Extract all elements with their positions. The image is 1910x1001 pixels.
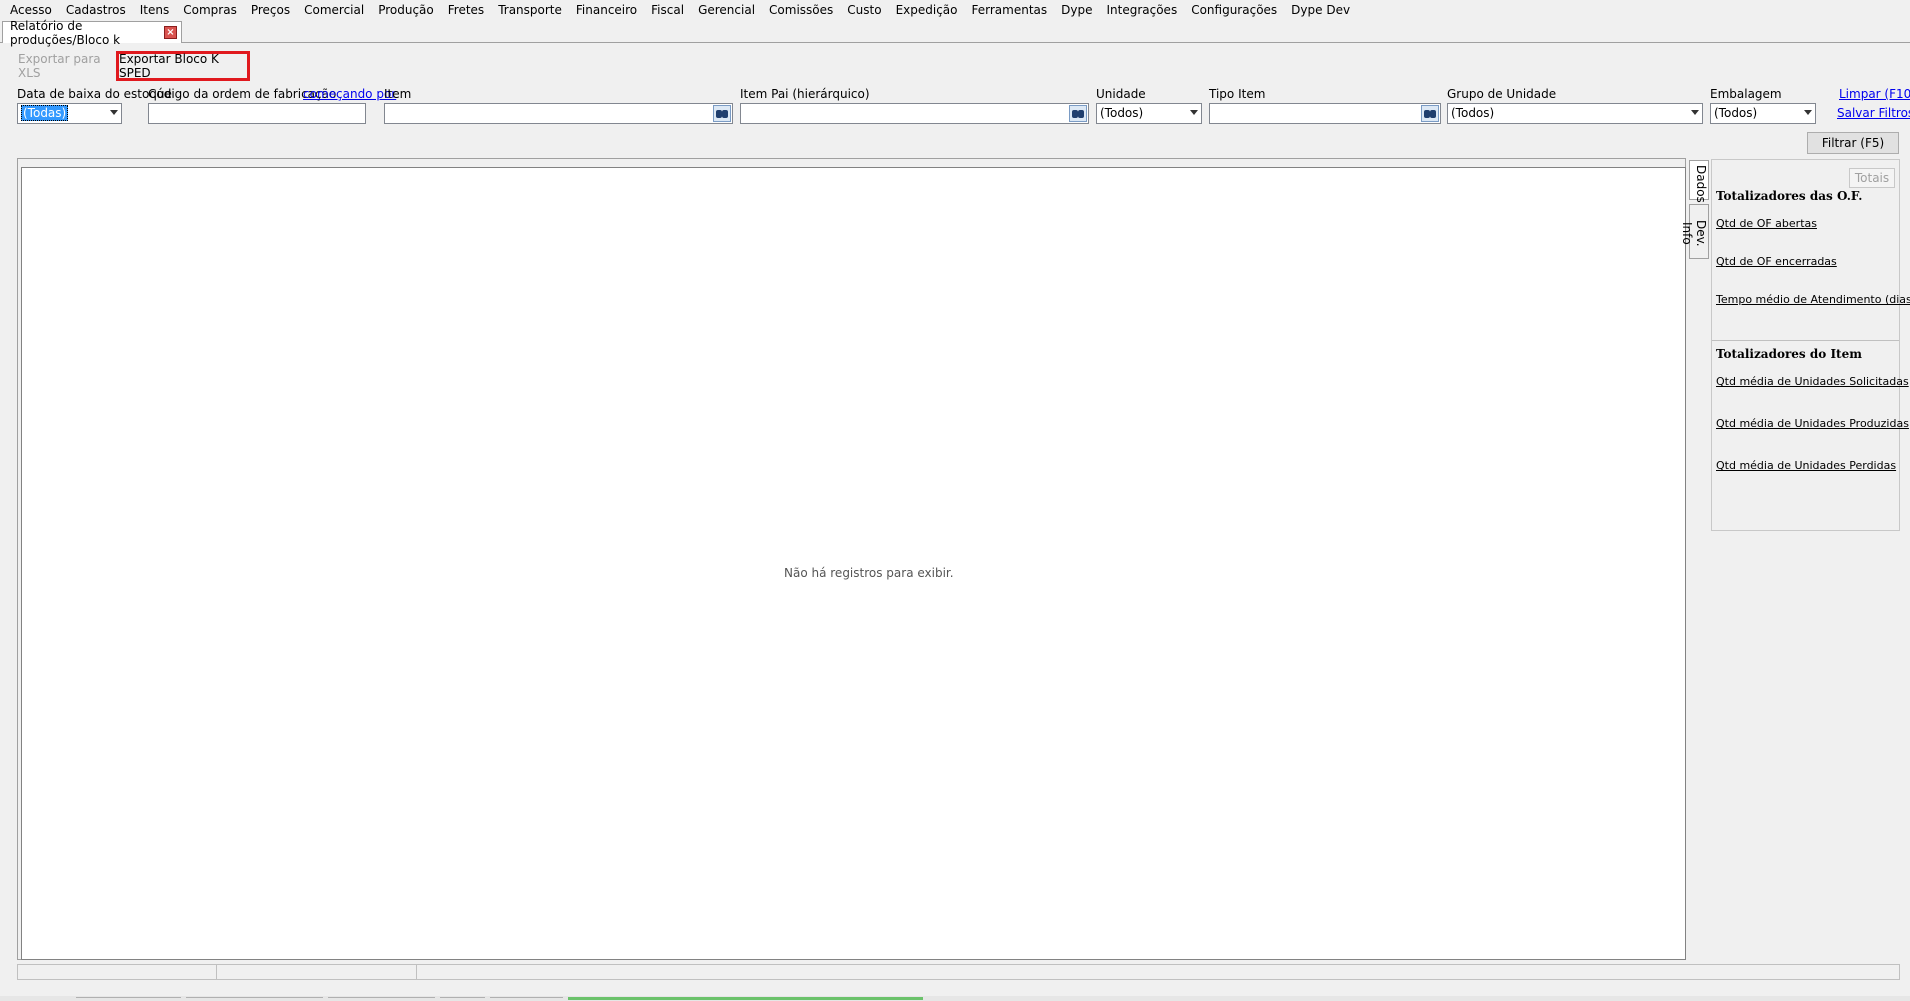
chevron-down-icon bbox=[110, 110, 118, 115]
status-bar bbox=[17, 964, 1900, 980]
menu-itens[interactable]: Itens bbox=[133, 0, 176, 20]
menu-dype-dev[interactable]: Dype Dev bbox=[1284, 0, 1357, 20]
export-bloco-k-sped-button[interactable]: Exportar Bloco K SPED bbox=[116, 51, 250, 81]
menu-configuracoes[interactable]: Configurações bbox=[1184, 0, 1284, 20]
search-binoculars-icon[interactable] bbox=[713, 105, 731, 122]
menu-acesso[interactable]: Acesso bbox=[3, 0, 59, 20]
tab-dev-info[interactable]: Dev. Info bbox=[1680, 204, 1709, 259]
menu-comissoes[interactable]: Comissões bbox=[762, 0, 840, 20]
filtrar-button[interactable]: Filtrar (F5) bbox=[1807, 132, 1899, 154]
menu-dype[interactable]: Dype bbox=[1054, 0, 1099, 20]
menu-custo[interactable]: Custo bbox=[840, 0, 888, 20]
item-label: Item bbox=[384, 87, 412, 101]
data-grid[interactable] bbox=[21, 167, 1686, 960]
unidade-value: (Todos) bbox=[1100, 106, 1144, 120]
qtd-media-solicitadas-link[interactable]: Qtd média de Unidades Solicitadas bbox=[1716, 375, 1909, 388]
tab-dados[interactable]: Dados bbox=[1689, 160, 1709, 203]
chevron-down-icon bbox=[1691, 110, 1699, 115]
item-input[interactable] bbox=[384, 103, 733, 124]
tipo-item-input[interactable] bbox=[1209, 103, 1441, 124]
qtd-of-abertas-link[interactable]: Qtd de OF abertas bbox=[1716, 217, 1817, 230]
of-totals-heading: Totalizadores das O.F. bbox=[1716, 189, 1863, 203]
embalagem-label: Embalagem bbox=[1710, 87, 1782, 101]
tab-title: Relatório de produções/Bloco k bbox=[10, 18, 121, 47]
data-baixa-value: (Todas) bbox=[21, 105, 69, 121]
close-icon[interactable]: × bbox=[164, 26, 177, 39]
unidade-label: Unidade bbox=[1096, 87, 1146, 101]
tipo-item-label: Tipo Item bbox=[1209, 87, 1266, 101]
qtd-media-perdidas-link[interactable]: Qtd média de Unidades Perdidas bbox=[1716, 459, 1896, 472]
menu-precos[interactable]: Preços bbox=[244, 0, 297, 20]
menu-fretes[interactable]: Fretes bbox=[441, 0, 491, 20]
empty-grid-message: Não há registros para exibir. bbox=[784, 566, 954, 580]
grupo-unidade-label: Grupo de Unidade bbox=[1447, 87, 1557, 101]
chevron-down-icon bbox=[1190, 110, 1198, 115]
embalagem-select[interactable]: (Todos) bbox=[1710, 103, 1816, 124]
menu-compras[interactable]: Compras bbox=[176, 0, 244, 20]
qtd-of-encerradas-link[interactable]: Qtd de OF encerradas bbox=[1716, 255, 1837, 268]
task-segment bbox=[76, 997, 181, 1001]
menu-bar: Acesso Cadastros Itens Compras Preços Co… bbox=[0, 0, 1910, 20]
item-totals-heading: Totalizadores do Item bbox=[1716, 347, 1862, 361]
task-segment bbox=[440, 997, 485, 1001]
grupo-unidade-value: (Todos) bbox=[1451, 106, 1495, 120]
qtd-media-produzidas-link[interactable]: Qtd média de Unidades Produzidas bbox=[1716, 417, 1909, 430]
codigo-of-input[interactable] bbox=[148, 103, 366, 124]
search-binoculars-icon[interactable] bbox=[1069, 105, 1087, 122]
menu-expedicao[interactable]: Expedição bbox=[889, 0, 965, 20]
unidade-select[interactable]: (Todos) bbox=[1096, 103, 1202, 124]
data-baixa-select[interactable]: (Todas) bbox=[17, 103, 122, 124]
task-segment bbox=[186, 997, 323, 1001]
status-separator bbox=[216, 965, 217, 979]
menu-integracoes[interactable]: Integrações bbox=[1099, 0, 1184, 20]
menu-cadastros[interactable]: Cadastros bbox=[59, 0, 133, 20]
progress-segment bbox=[568, 997, 923, 1001]
document-tabstrip: Relatório de produções/Bloco k × bbox=[0, 19, 1910, 47]
item-pai-input[interactable] bbox=[740, 103, 1089, 124]
chevron-down-icon bbox=[1804, 110, 1812, 115]
menu-gerencial[interactable]: Gerencial bbox=[691, 0, 762, 20]
item-pai-label: Item Pai (hierárquico) bbox=[740, 87, 870, 101]
task-segment bbox=[490, 997, 563, 1001]
codigo-of-mode-link[interactable]: começando por bbox=[303, 87, 396, 101]
tempo-medio-atendimento-link[interactable]: Tempo médio de Atendimento (dias) bbox=[1716, 293, 1910, 306]
grupo-unidade-select[interactable]: (Todos) bbox=[1447, 103, 1703, 124]
search-binoculars-icon[interactable] bbox=[1421, 105, 1439, 122]
salvar-filtros-link[interactable]: Salvar Filtros bbox=[1837, 106, 1910, 120]
totals-panel bbox=[1711, 159, 1900, 531]
menu-fiscal[interactable]: Fiscal bbox=[644, 0, 691, 20]
menu-transporte[interactable]: Transporte bbox=[491, 0, 569, 20]
limpar-link[interactable]: Limpar (F10) bbox=[1839, 87, 1910, 101]
menu-financeiro[interactable]: Financeiro bbox=[569, 0, 644, 20]
tab-relatorio-producoes[interactable]: Relatório de produções/Bloco k × bbox=[2, 19, 182, 47]
menu-producao[interactable]: Produção bbox=[371, 0, 441, 20]
task-segment bbox=[328, 997, 435, 1001]
status-separator bbox=[416, 965, 417, 979]
totais-button[interactable]: Totais bbox=[1849, 168, 1895, 188]
menu-comercial[interactable]: Comercial bbox=[297, 0, 371, 20]
embalagem-value: (Todos) bbox=[1714, 106, 1758, 120]
panel-divider bbox=[1712, 340, 1899, 341]
menu-ferramentas[interactable]: Ferramentas bbox=[965, 0, 1055, 20]
export-xls-button[interactable]: Exportar para XLS bbox=[18, 52, 116, 80]
